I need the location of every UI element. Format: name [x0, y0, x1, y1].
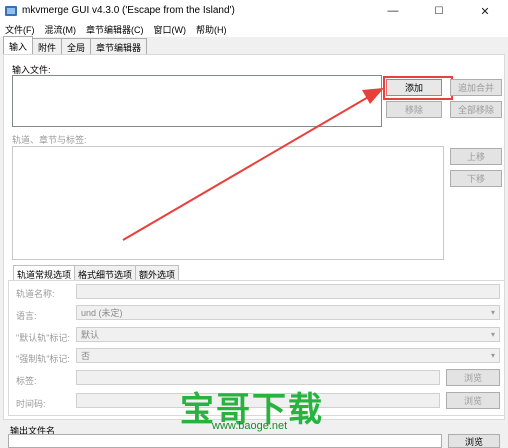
minimize-button[interactable]: —	[370, 0, 416, 22]
remove-all-button[interactable]: 全部移除	[450, 101, 502, 118]
tracks-label: 轨道、章节与标签:	[12, 135, 87, 145]
menu-file[interactable]: 文件(F)	[0, 22, 40, 37]
input-files-list[interactable]	[12, 75, 382, 127]
chevron-down-icon: ▾	[490, 308, 495, 317]
output-filename-field[interactable]	[8, 434, 442, 448]
move-up-button[interactable]: 上移	[450, 148, 502, 165]
maximize-button[interactable]: ☐	[416, 0, 462, 22]
tab-attachments[interactable]: 附件	[32, 38, 63, 54]
tab-input[interactable]: 输入	[3, 36, 34, 54]
add-button[interactable]: 添加	[386, 79, 442, 96]
track-name-field[interactable]	[76, 284, 500, 299]
forced-flag-value: 否	[81, 351, 91, 361]
tab-extra-options[interactable]: 额外选项	[135, 265, 180, 280]
menu-window[interactable]: 窗口(W)	[149, 22, 192, 37]
tab-chapter-editor[interactable]: 章节编辑器	[90, 38, 148, 54]
tags-browse-button[interactable]: 浏览	[446, 369, 500, 386]
language-label: 语言:	[16, 311, 37, 321]
track-name-label: 轨道名称:	[16, 289, 55, 299]
move-down-button[interactable]: 下移	[450, 170, 502, 187]
tags-label: 标签:	[16, 376, 37, 386]
default-flag-value: 默认	[81, 330, 100, 340]
app-icon	[5, 6, 17, 16]
timecodes-browse-button[interactable]: 浏览	[446, 392, 500, 409]
language-select[interactable]: und (未定) ▾	[76, 305, 500, 320]
language-value: und (未定)	[81, 308, 123, 318]
forced-flag-select[interactable]: 否 ▾	[76, 348, 500, 363]
close-button[interactable]: ✕	[462, 0, 508, 22]
default-flag-select[interactable]: 默认 ▾	[76, 327, 500, 342]
tab-general-track-options[interactable]: 轨道常规选项	[13, 265, 76, 280]
track-options-tabs: 轨道常规选项 格式细节选项 额外选项	[13, 265, 180, 280]
menu-bar: 文件(F) 混流(M) 章节编辑器(C) 窗口(W) 帮助(H)	[0, 22, 508, 37]
menu-mux[interactable]: 混流(M)	[40, 22, 82, 37]
forced-flag-label: "强制轨"标记:	[16, 354, 70, 364]
tab-format-options[interactable]: 格式细节选项	[74, 265, 137, 280]
remove-button[interactable]: 移除	[386, 101, 442, 118]
timecodes-label: 时间码:	[16, 399, 46, 409]
append-button[interactable]: 追加合并	[450, 79, 502, 96]
menu-chapter-editor[interactable]: 章节编辑器(C)	[81, 22, 149, 37]
watermark-url: www.baoge.net	[212, 420, 288, 432]
default-flag-label: "默认轨"标记:	[16, 333, 70, 343]
menu-help[interactable]: 帮助(H)	[191, 22, 232, 37]
output-browse-button[interactable]: 浏览	[448, 434, 500, 448]
chevron-down-icon: ▾	[490, 330, 495, 339]
window-title: mkvmerge GUI v4.3.0 ('Escape from the Is…	[22, 5, 235, 16]
tracks-list[interactable]	[12, 146, 444, 260]
tab-global[interactable]: 全局	[61, 38, 92, 54]
main-tabs: 输入 附件 全局 章节编辑器	[3, 36, 148, 54]
chevron-down-icon: ▾	[490, 351, 495, 360]
